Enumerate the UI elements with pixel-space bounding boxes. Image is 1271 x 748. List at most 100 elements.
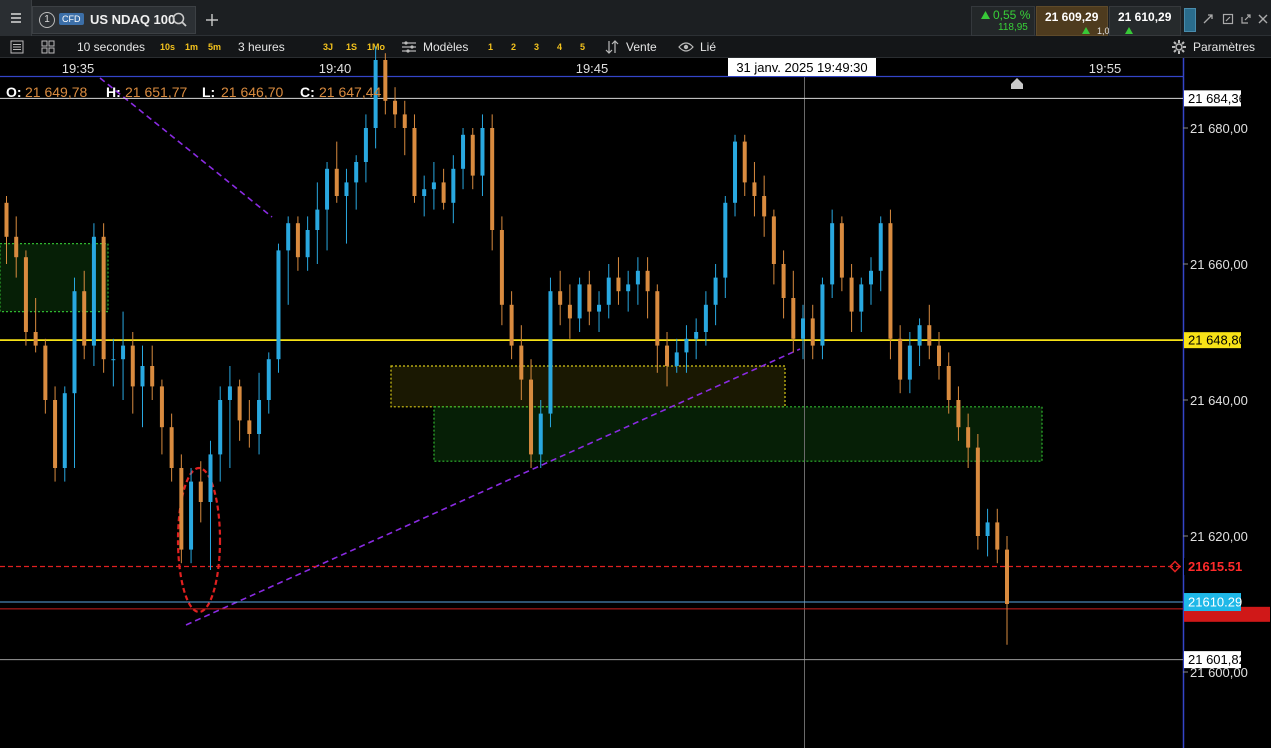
candle-body [878, 223, 883, 271]
candle-body [529, 379, 534, 455]
candle-body [635, 270, 640, 285]
candle-body [334, 168, 339, 196]
candle-body [402, 114, 407, 128]
candle[interactable] [62, 386, 67, 482]
candle-body [257, 400, 262, 434]
candle-body [927, 325, 932, 346]
candle-body [218, 400, 223, 455]
candle[interactable] [53, 386, 58, 482]
candle-body [898, 338, 903, 380]
candle-body [888, 223, 893, 339]
candle-body [470, 134, 475, 176]
high-price-label: 21 684,36 [1188, 91, 1246, 106]
candle[interactable] [189, 468, 194, 564]
candle-body [801, 318, 806, 339]
candle-body [325, 168, 330, 210]
candle[interactable] [888, 209, 893, 360]
candle[interactable] [975, 434, 980, 550]
low-price-label: 21 601,82 [1188, 652, 1246, 667]
candle[interactable] [101, 223, 106, 373]
candle[interactable] [490, 114, 495, 251]
zone-green-3[interactable] [433, 406, 1043, 462]
candle-body [791, 298, 796, 339]
candle-body [1005, 549, 1009, 604]
x-tick-label: 19:35 [62, 61, 95, 76]
candle-body [354, 162, 359, 183]
candle-body [62, 393, 67, 468]
candle-body [43, 345, 48, 400]
candle-body [975, 447, 980, 536]
candle-body [548, 291, 553, 414]
zone-yellow-2[interactable] [390, 365, 786, 408]
ohlc-c-label: C: [300, 84, 315, 100]
candle[interactable] [179, 454, 184, 564]
candle-body [577, 284, 582, 319]
candle-body [762, 196, 767, 217]
ask-price-label: 21610.29 [1188, 595, 1242, 610]
candle-body [227, 386, 232, 400]
candle-body [121, 345, 126, 360]
y-tick-label: 21 640,00 [1190, 393, 1248, 408]
candle-body [82, 291, 87, 346]
candle-body [189, 481, 194, 550]
candle-body [655, 291, 660, 346]
candle-body [606, 277, 611, 305]
candle-body [140, 366, 145, 387]
candle-body [703, 304, 708, 332]
candle-body [276, 250, 281, 360]
candle[interactable] [276, 243, 281, 373]
candle-body [626, 284, 631, 292]
candle-body [519, 345, 524, 380]
candle-body [985, 522, 990, 536]
price-chart[interactable]: 21 680,00 21 660,00 21 640,00 21 620,00 21 6… [0, 0, 1271, 748]
candle-body [422, 189, 427, 196]
candle-body [286, 223, 291, 251]
candle-body [752, 182, 757, 196]
candle-body [91, 236, 96, 346]
candle-body [208, 454, 213, 502]
candle-body [305, 230, 310, 258]
ohlc-o-label: O: [6, 84, 22, 100]
candle-body [645, 270, 650, 292]
candle-body [869, 270, 874, 285]
candle-body [237, 386, 242, 421]
ohlc-o-value: 21 649,78 [25, 84, 87, 100]
candle-body [490, 128, 495, 230]
candle[interactable] [23, 250, 28, 346]
candle-body [684, 338, 689, 353]
candle[interactable] [91, 223, 96, 366]
candle-body [839, 223, 844, 278]
candle-body [587, 284, 592, 312]
candle-body [567, 304, 572, 319]
candle-body [150, 366, 155, 387]
ohlc-l-value: 21 646,70 [221, 84, 283, 100]
candle-body [956, 400, 961, 428]
candle-body [723, 202, 728, 278]
candle-body [179, 468, 184, 550]
candle-body [431, 182, 436, 190]
candle-body [169, 427, 174, 468]
candle-body [597, 304, 602, 312]
candle-body [713, 277, 718, 305]
candle[interactable] [548, 277, 553, 428]
candle-body [674, 352, 679, 366]
ohlc-h-value: 21 651,77 [125, 84, 187, 100]
candle-body [771, 216, 776, 264]
candle-body [616, 277, 621, 292]
candle-body [23, 257, 28, 332]
candle-body [995, 522, 1000, 550]
candle-body [480, 128, 485, 176]
candle-body [198, 481, 203, 502]
candle-body [461, 134, 466, 169]
candle-body [859, 284, 864, 312]
candle-body [159, 386, 164, 428]
candle-body [937, 345, 942, 366]
x-tick-label: 19:40 [319, 61, 352, 76]
candle-body [451, 168, 456, 203]
candle-body [101, 236, 106, 360]
y-tick-label: 21 660,00 [1190, 257, 1248, 272]
candle-body [538, 413, 543, 455]
candle-body [53, 400, 58, 468]
x-tick-label: 19:55 [1089, 61, 1122, 76]
ohlc-c-value: 21 647,44 [319, 84, 381, 100]
